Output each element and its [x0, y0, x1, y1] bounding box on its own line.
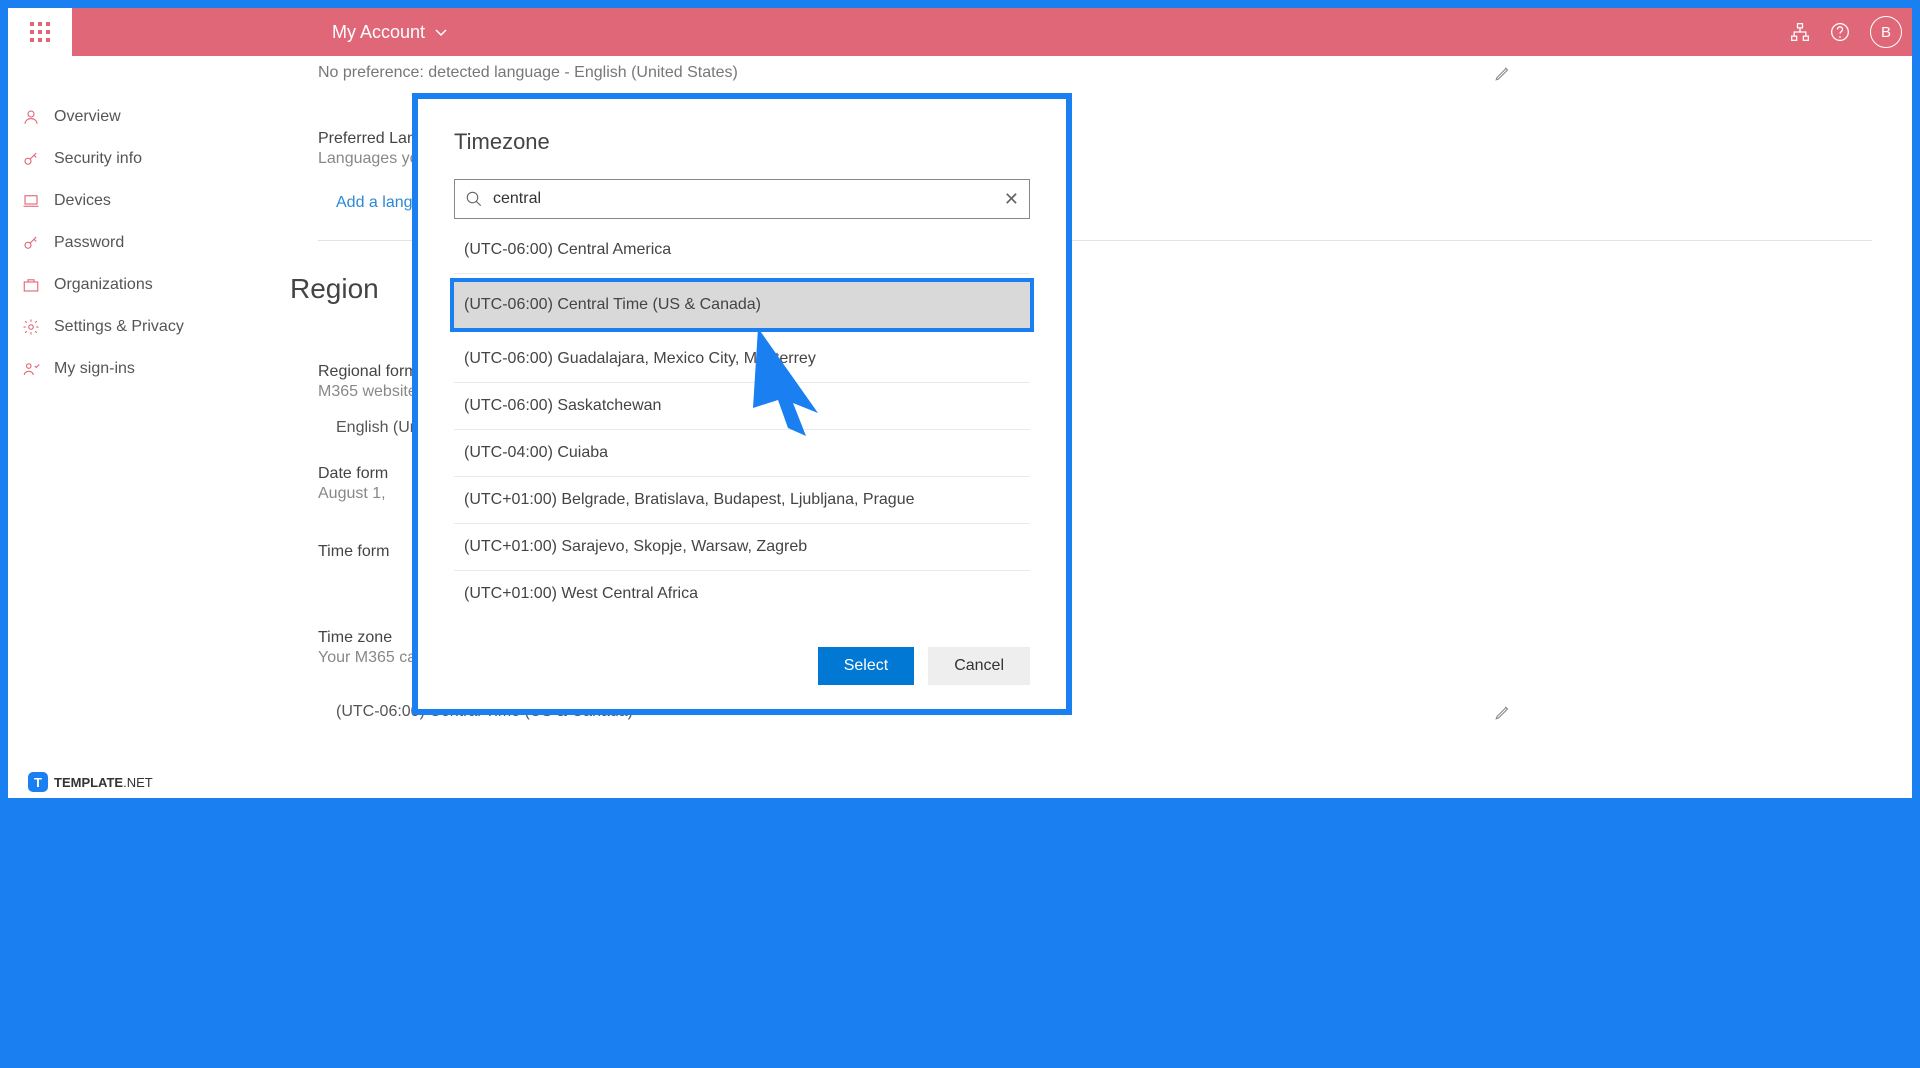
timezone-modal: Timezone ✕ (UTC-06:00) Central America (…	[412, 93, 1072, 715]
timezone-option[interactable]: (UTC-06:00) Guadalajara, Mexico City, Mo…	[454, 336, 1030, 383]
app-frame: My Account B Overview Security info Devi…	[8, 8, 1912, 798]
sidebar-item-label: Devices	[54, 192, 111, 210]
topbar: My Account B	[8, 8, 1912, 56]
laptop-icon	[22, 192, 40, 210]
select-button[interactable]: Select	[818, 647, 914, 685]
topbar-right: B	[1790, 16, 1902, 48]
clear-icon[interactable]: ✕	[1004, 189, 1019, 210]
add-language-link[interactable]: Add a lang	[336, 194, 413, 212]
timezone-option[interactable]: (UTC+01:00) Belgrade, Bratislava, Budape…	[454, 477, 1030, 524]
timezone-option[interactable]: (UTC-06:00) Central America	[454, 227, 1030, 274]
sidebar-item-label: Organizations	[54, 276, 153, 294]
sidebar-item-label: Overview	[54, 108, 121, 126]
sidebar-item-security[interactable]: Security info	[8, 138, 258, 180]
gear-icon	[22, 318, 40, 336]
search-box[interactable]: ✕	[454, 179, 1030, 219]
user-avatar[interactable]: B	[1870, 16, 1902, 48]
sidebar-item-label: Security info	[54, 150, 142, 168]
sidebar-item-password[interactable]: Password	[8, 222, 258, 264]
pencil-icon[interactable]	[1494, 64, 1512, 82]
sidebar-item-label: Password	[54, 234, 124, 252]
avatar-initial: B	[1881, 24, 1891, 41]
briefcase-icon	[22, 276, 40, 294]
cancel-button[interactable]: Cancel	[928, 647, 1030, 685]
timezone-option[interactable]: (UTC+01:00) Sarajevo, Skopje, Warsaw, Za…	[454, 524, 1030, 571]
sidebar-item-overview[interactable]: Overview	[8, 96, 258, 138]
annotation-arrow-icon	[748, 328, 828, 438]
help-icon[interactable]	[1830, 22, 1850, 42]
timezone-list: (UTC-06:00) Central America (UTC-06:00) …	[454, 227, 1030, 617]
timezone-option[interactable]: (UTC-06:00) Saskatchewan	[454, 383, 1030, 430]
timezone-option[interactable]: (UTC-04:00) Cuiaba	[454, 430, 1030, 477]
detected-language-text: No preference: detected language - Engli…	[318, 64, 738, 82]
app-launcher-button[interactable]	[8, 8, 72, 56]
timezone-option-selected[interactable]: (UTC-06:00) Central Time (US & Canada)	[450, 278, 1034, 332]
sidebar-item-signins[interactable]: My sign-ins	[8, 348, 258, 390]
timezone-option[interactable]: (UTC+01:00) West Central Africa	[454, 571, 1030, 617]
pencil-icon[interactable]	[1494, 703, 1512, 721]
page-title: My Account	[332, 22, 425, 43]
signin-icon	[22, 360, 40, 378]
modal-actions: Select Cancel	[454, 647, 1030, 685]
key-icon	[22, 234, 40, 252]
sidebar-item-settings[interactable]: Settings & Privacy	[8, 306, 258, 348]
sidebar-item-label: Settings & Privacy	[54, 318, 184, 336]
modal-title: Timezone	[454, 129, 1030, 155]
user-icon	[22, 108, 40, 126]
watermark-badge: T	[28, 772, 48, 792]
page-title-dropdown[interactable]: My Account	[332, 22, 449, 43]
sidebar-item-organizations[interactable]: Organizations	[8, 264, 258, 306]
chevron-down-icon	[433, 24, 449, 40]
watermark-bold: TEMPLATE	[54, 775, 123, 790]
sidebar: Overview Security info Devices Password …	[8, 56, 258, 798]
sidebar-item-devices[interactable]: Devices	[8, 180, 258, 222]
search-icon	[465, 190, 483, 208]
search-input[interactable]	[493, 190, 1004, 208]
sidebar-item-label: My sign-ins	[54, 360, 135, 378]
waffle-icon	[30, 22, 50, 42]
watermark-light: .NET	[123, 775, 153, 790]
sitemap-icon[interactable]	[1790, 22, 1810, 42]
watermark: T TEMPLATE.NET	[28, 772, 153, 792]
key-icon	[22, 150, 40, 168]
